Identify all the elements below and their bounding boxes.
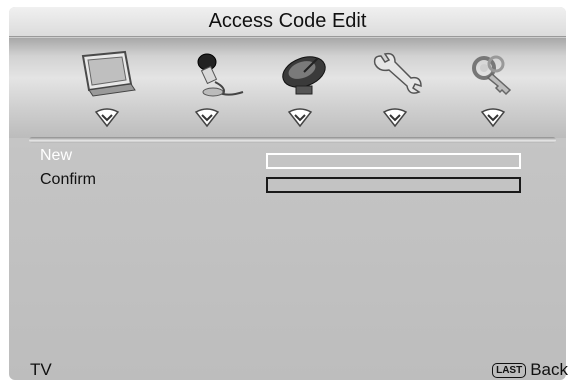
osd-menu: Access Code Edit New Confirm: [9, 7, 566, 380]
new-code-field[interactable]: [266, 153, 521, 169]
divider: [29, 137, 556, 143]
last-key-icon: LAST: [492, 362, 527, 378]
chevron-down-icon: [194, 108, 220, 128]
input-source-label: TV: [30, 360, 52, 379]
back-label: Back: [530, 360, 568, 379]
confirm-code-label: Confirm: [40, 171, 97, 188]
chevron-down-icon: [287, 108, 313, 128]
lock-icon[interactable]: [464, 50, 524, 98]
page-title: Access Code Edit: [9, 7, 566, 37]
setup-icon[interactable]: [367, 50, 427, 98]
back-hint[interactable]: LAST Back: [492, 360, 568, 380]
chevron-down-icon: [480, 108, 506, 128]
audio-icon[interactable]: [187, 50, 247, 98]
channel-icon[interactable]: [274, 50, 334, 98]
new-code-label: New: [40, 147, 73, 164]
chevron-down-icon: [382, 108, 408, 128]
confirm-code-field[interactable]: [266, 177, 521, 193]
chevron-down-icon: [94, 108, 120, 128]
menu-icon-bar: [9, 38, 566, 138]
picture-icon[interactable]: [77, 50, 137, 98]
